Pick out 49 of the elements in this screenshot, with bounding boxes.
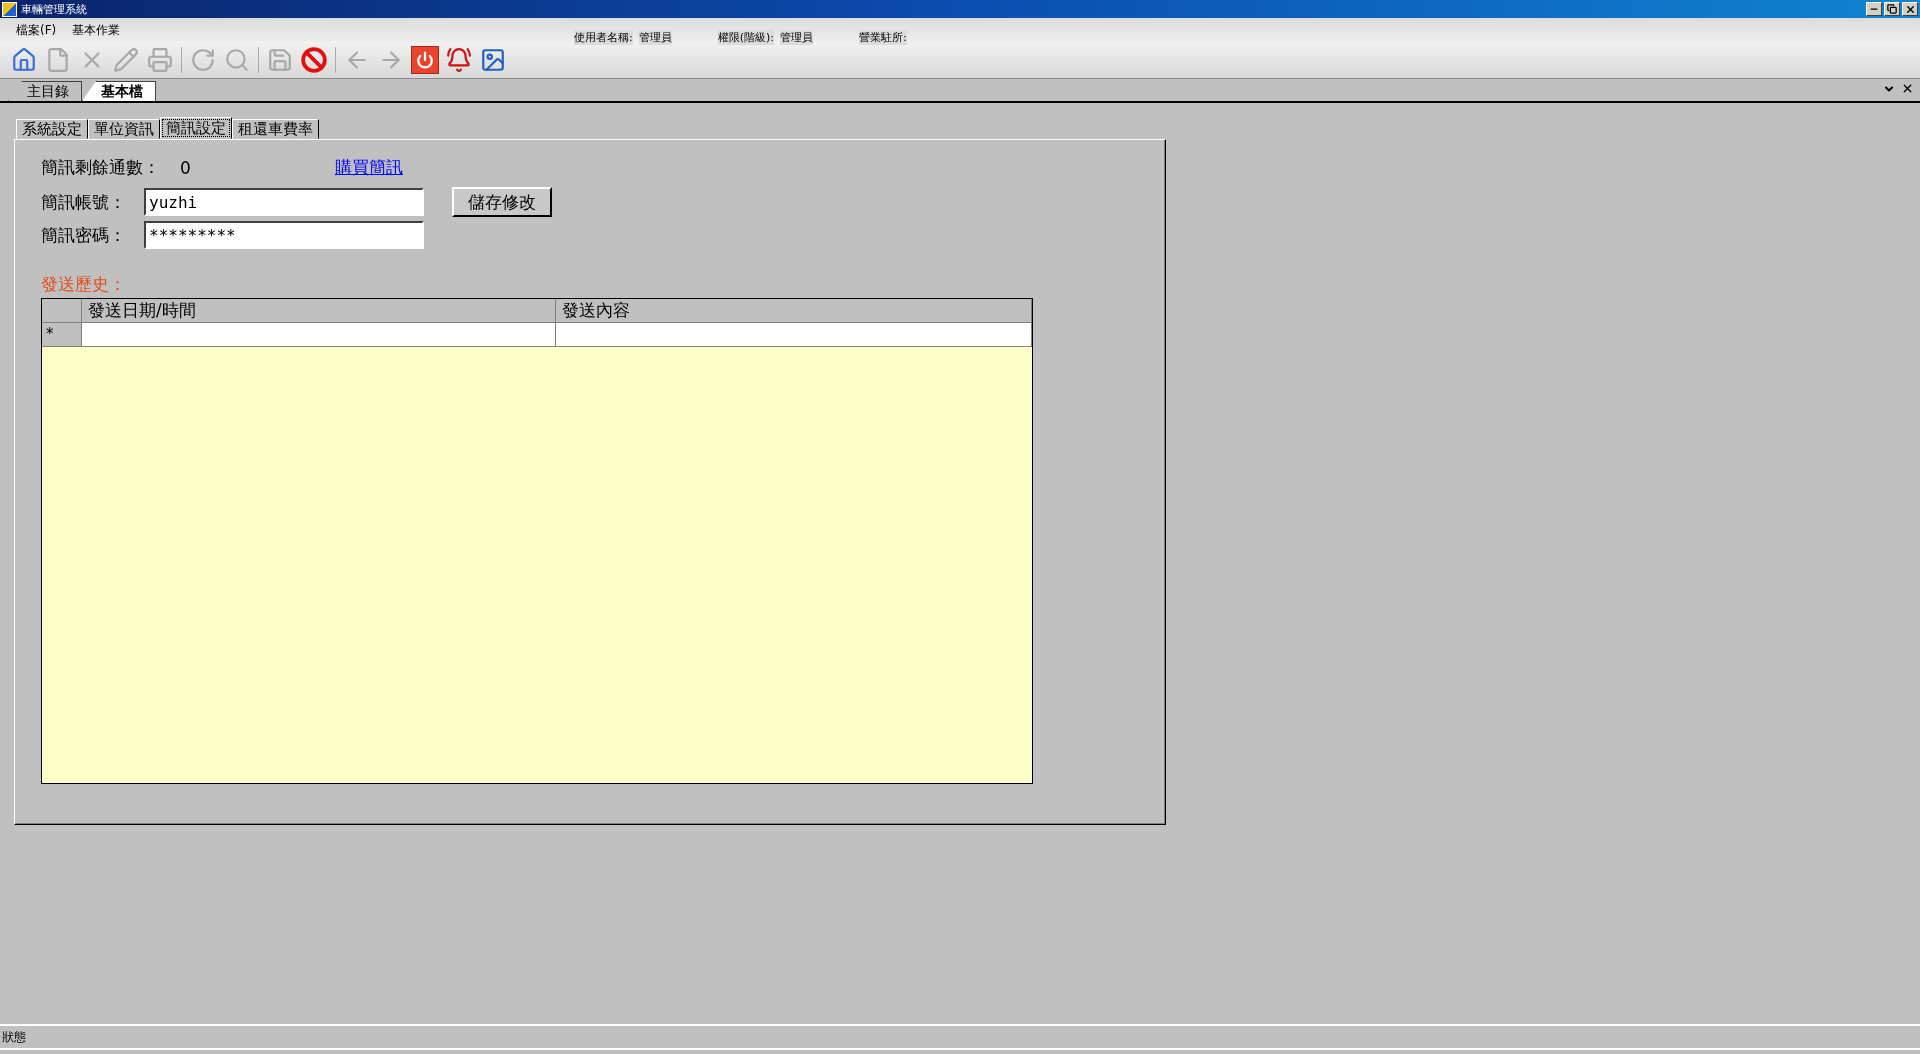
minimize-button[interactable] (1866, 2, 1882, 16)
password-field[interactable]: ********* (144, 221, 424, 249)
remaining-label: 簡訊剩餘通數： (41, 156, 160, 179)
remaining-count: 0 (180, 157, 192, 178)
pencil-icon (113, 47, 139, 73)
app-icon (2, 1, 17, 17)
info-label: 營業駐所: (859, 30, 907, 45)
password-label: 簡訊密碼： (41, 223, 127, 247)
restore-button[interactable] (1884, 2, 1900, 16)
account-label: 簡訊帳號： (41, 190, 127, 214)
close-icon[interactable] (1901, 82, 1914, 95)
corner-header (42, 299, 82, 323)
status-text: 狀態 (2, 1028, 26, 1046)
toolbar-button[interactable] (409, 44, 441, 76)
save-button[interactable]: 儲存修改 (452, 187, 552, 217)
bell-icon (446, 47, 472, 73)
close-button[interactable] (1902, 2, 1918, 16)
window-title: 車輛管理系統 (21, 1, 87, 17)
document-icon (45, 47, 71, 73)
menu-item[interactable]: 檔案(F) (8, 21, 65, 39)
menu-item[interactable]: 基本作業 (64, 21, 129, 39)
column-header: 發送日期/時間 (82, 299, 556, 323)
tab[interactable]: 單位資訊 (88, 119, 160, 139)
power-icon (411, 46, 439, 74)
tab[interactable]: 系統設定 (16, 119, 88, 139)
history-title: 發送歷史： (41, 273, 127, 296)
buy-link[interactable]: 購買簡訊 (335, 156, 403, 179)
toolbar-button[interactable] (298, 44, 330, 76)
document-tab[interactable]: 主目錄 (8, 81, 82, 101)
row-header: * (42, 323, 82, 347)
tab[interactable]: 租還車費率 (232, 119, 319, 139)
picture-icon (480, 47, 506, 73)
account-field[interactable]: yuzhi (144, 188, 424, 216)
close-icon (1904, 3, 1916, 15)
printer-icon (147, 47, 173, 73)
table-cell[interactable] (82, 323, 556, 347)
info-value: 管理員 (638, 30, 672, 45)
info-label: 權限(階級): (717, 30, 774, 45)
restore-icon (1887, 4, 1897, 14)
info-label: 使用者名稱: (574, 30, 633, 45)
home-icon (11, 47, 37, 73)
search-icon (224, 47, 250, 73)
no-entry-icon (301, 47, 327, 73)
refresh-icon (190, 47, 216, 73)
column-header: 發送內容 (556, 299, 1032, 323)
tab[interactable]: 簡訊設定 (160, 117, 232, 139)
document-tab[interactable]: 基本檔 (82, 81, 156, 101)
info-value: 管理員 (780, 30, 813, 45)
table-cell[interactable] (556, 323, 1032, 347)
